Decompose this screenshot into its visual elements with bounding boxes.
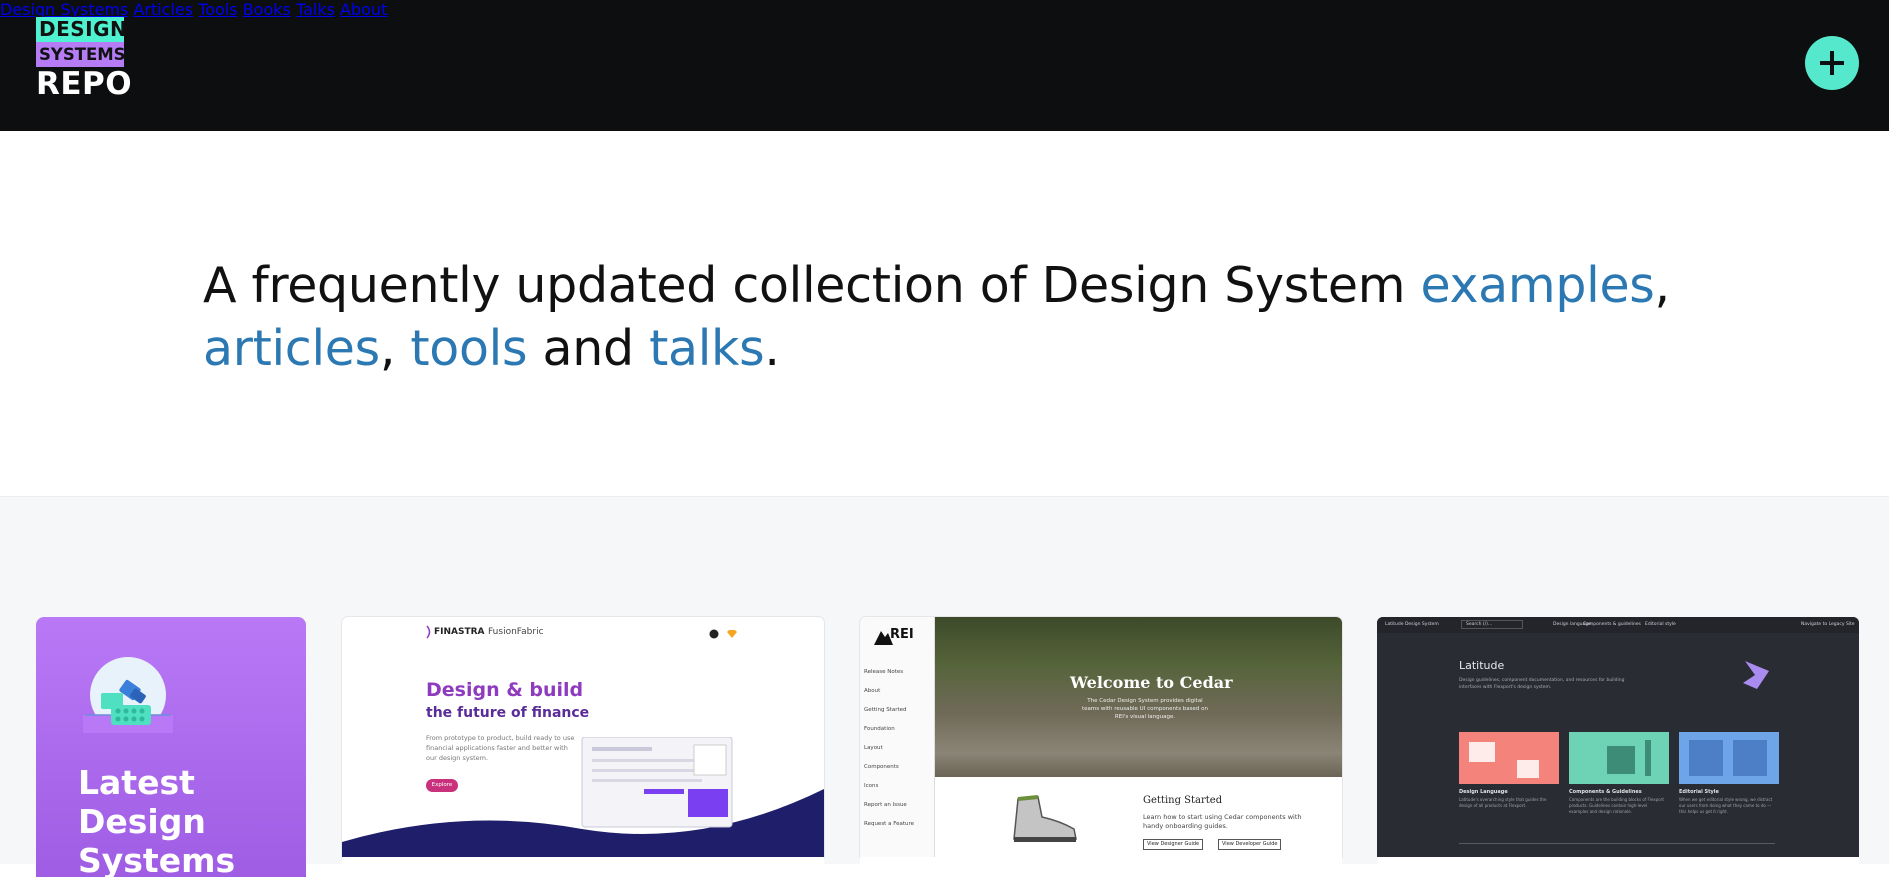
cedar-heading: Welcome to Cedar: [1070, 673, 1233, 692]
latitude-paragraph: Design guidelines, component documentati…: [1459, 678, 1625, 690]
latitude-legacy-link: Navigate to Legacy Site: [1801, 622, 1855, 627]
latitude-logo-icon: [1743, 661, 1769, 689]
hero-link-examples[interactable]: examples: [1420, 257, 1654, 314]
finastra-logo: FINASTRA: [434, 627, 485, 637]
cedar-nav-icons: Icons: [864, 783, 879, 789]
cedar-nav-layout: Layout: [864, 745, 883, 751]
latitude-link-components: Components & guidelines: [1583, 622, 1641, 627]
hero-headline: A frequently updated collection of Desig…: [203, 254, 1763, 380]
cedar-nav-components: Components: [864, 764, 899, 770]
latitude-heading: Latitude: [1459, 659, 1505, 672]
feature-card-title: Latest Design Systems: [78, 763, 236, 877]
cedar-getting-started-text: Learn how to start using Cedar component…: [1143, 813, 1302, 830]
cedar-nav-about: About: [864, 688, 881, 694]
latitude-topbar: Latitude Design System Search (/)... Des…: [1377, 617, 1859, 633]
hero-link-talks[interactable]: talks: [649, 320, 765, 377]
design-system-card-latitude[interactable]: Latitude Design System Search (/)... Des…: [1377, 617, 1859, 857]
hero-section: A frequently updated collection of Desig…: [0, 131, 1889, 496]
cedar-designer-guide-button: View Designer Guide: [1143, 839, 1204, 850]
editorial-style-tile: [1679, 732, 1779, 784]
latitude-tile-label: Components & Guidelines: [1569, 789, 1642, 795]
finastra-subheading: the future of finance: [426, 705, 590, 721]
cedar-nav-report-issue: Report an Issue: [864, 802, 907, 808]
hero-period: .: [764, 320, 780, 377]
latitude-tile-label: Editorial Style: [1679, 789, 1719, 795]
site-header: DESIGN SYSTEMS REPO Design Systems Artic…: [0, 0, 1889, 131]
site-logo[interactable]: DESIGN SYSTEMS REPO: [36, 17, 133, 106]
card-footer: [1377, 857, 1859, 864]
logo-line-design: DESIGN: [36, 17, 127, 42]
card-footer: [860, 857, 1342, 864]
design-language-tile: [1459, 732, 1559, 784]
plus-icon: [1820, 51, 1844, 75]
finastra-logo-icon: [426, 625, 431, 639]
nav-about[interactable]: About: [340, 0, 387, 19]
hero-comma: ,: [1654, 257, 1671, 314]
latitude-tile-text: When we get editorial style wrong, we di…: [1679, 797, 1773, 814]
cedar-sidebar: REI Release Notes About Getting Started …: [860, 617, 935, 857]
latitude-tile-text: Components are the building blocks of Fl…: [1569, 797, 1664, 814]
latitude-tile-text: Latitude's overarching style that guides…: [1459, 797, 1547, 808]
cedar-getting-started-heading: Getting Started: [1143, 795, 1223, 806]
cedar-nav-release-notes: Release Notes: [864, 669, 904, 675]
hero-text: A frequently updated collection of Desig…: [203, 257, 1421, 314]
rei-logo: REI: [890, 627, 914, 642]
latitude-search: Search (/)...: [1461, 620, 1523, 629]
github-icon: [709, 629, 719, 639]
design-system-card-cedar[interactable]: REI Release Notes About Getting Started …: [860, 617, 1342, 857]
latitude-link-editorial: Editorial style: [1645, 622, 1676, 627]
cedar-nav-getting-started: Getting Started: [864, 707, 907, 713]
finastra-wave-illustration: [342, 737, 824, 857]
latest-design-systems-card[interactable]: Latest Design Systems: [36, 617, 306, 877]
hero-comma: ,: [379, 320, 411, 377]
add-button[interactable]: [1805, 36, 1859, 90]
cedar-developer-guide-button: View Developer Guide: [1218, 839, 1282, 850]
logo-line-repo: REPO: [36, 66, 133, 102]
cedar-subtitle: The Cedar Design System provides digital…: [1081, 698, 1209, 720]
design-system-card-finastra[interactable]: FINASTRA FusionFabric Design & build the…: [342, 617, 824, 857]
components-guidelines-tile: [1569, 732, 1669, 784]
cedar-nav-request-feature: Request a Feature: [864, 821, 914, 827]
nav-talks[interactable]: Talks: [296, 0, 335, 19]
hero-link-articles[interactable]: articles: [203, 320, 380, 377]
sketch-icon: [727, 630, 737, 638]
latitude-tile-label: Design Language: [1459, 789, 1508, 795]
fusionfabric-logo: FusionFabric: [488, 627, 544, 637]
card-footer: [342, 857, 824, 864]
latitude-brand: Latitude Design System: [1385, 622, 1439, 627]
latitude-divider: [1459, 843, 1775, 844]
cedar-nav-foundation: Foundation: [864, 726, 895, 732]
blocks-badge-icon: [83, 657, 173, 733]
nav-books[interactable]: Books: [243, 0, 291, 19]
finastra-heading: Design & build: [426, 679, 584, 701]
logo-line-systems: SYSTEMS: [36, 42, 126, 67]
hiking-boot-icon: [1013, 795, 1077, 842]
nav-articles[interactable]: Articles: [133, 0, 193, 19]
hero-link-tools[interactable]: tools: [410, 320, 527, 377]
hero-and: and: [527, 320, 650, 377]
nav-tools[interactable]: Tools: [198, 0, 237, 19]
